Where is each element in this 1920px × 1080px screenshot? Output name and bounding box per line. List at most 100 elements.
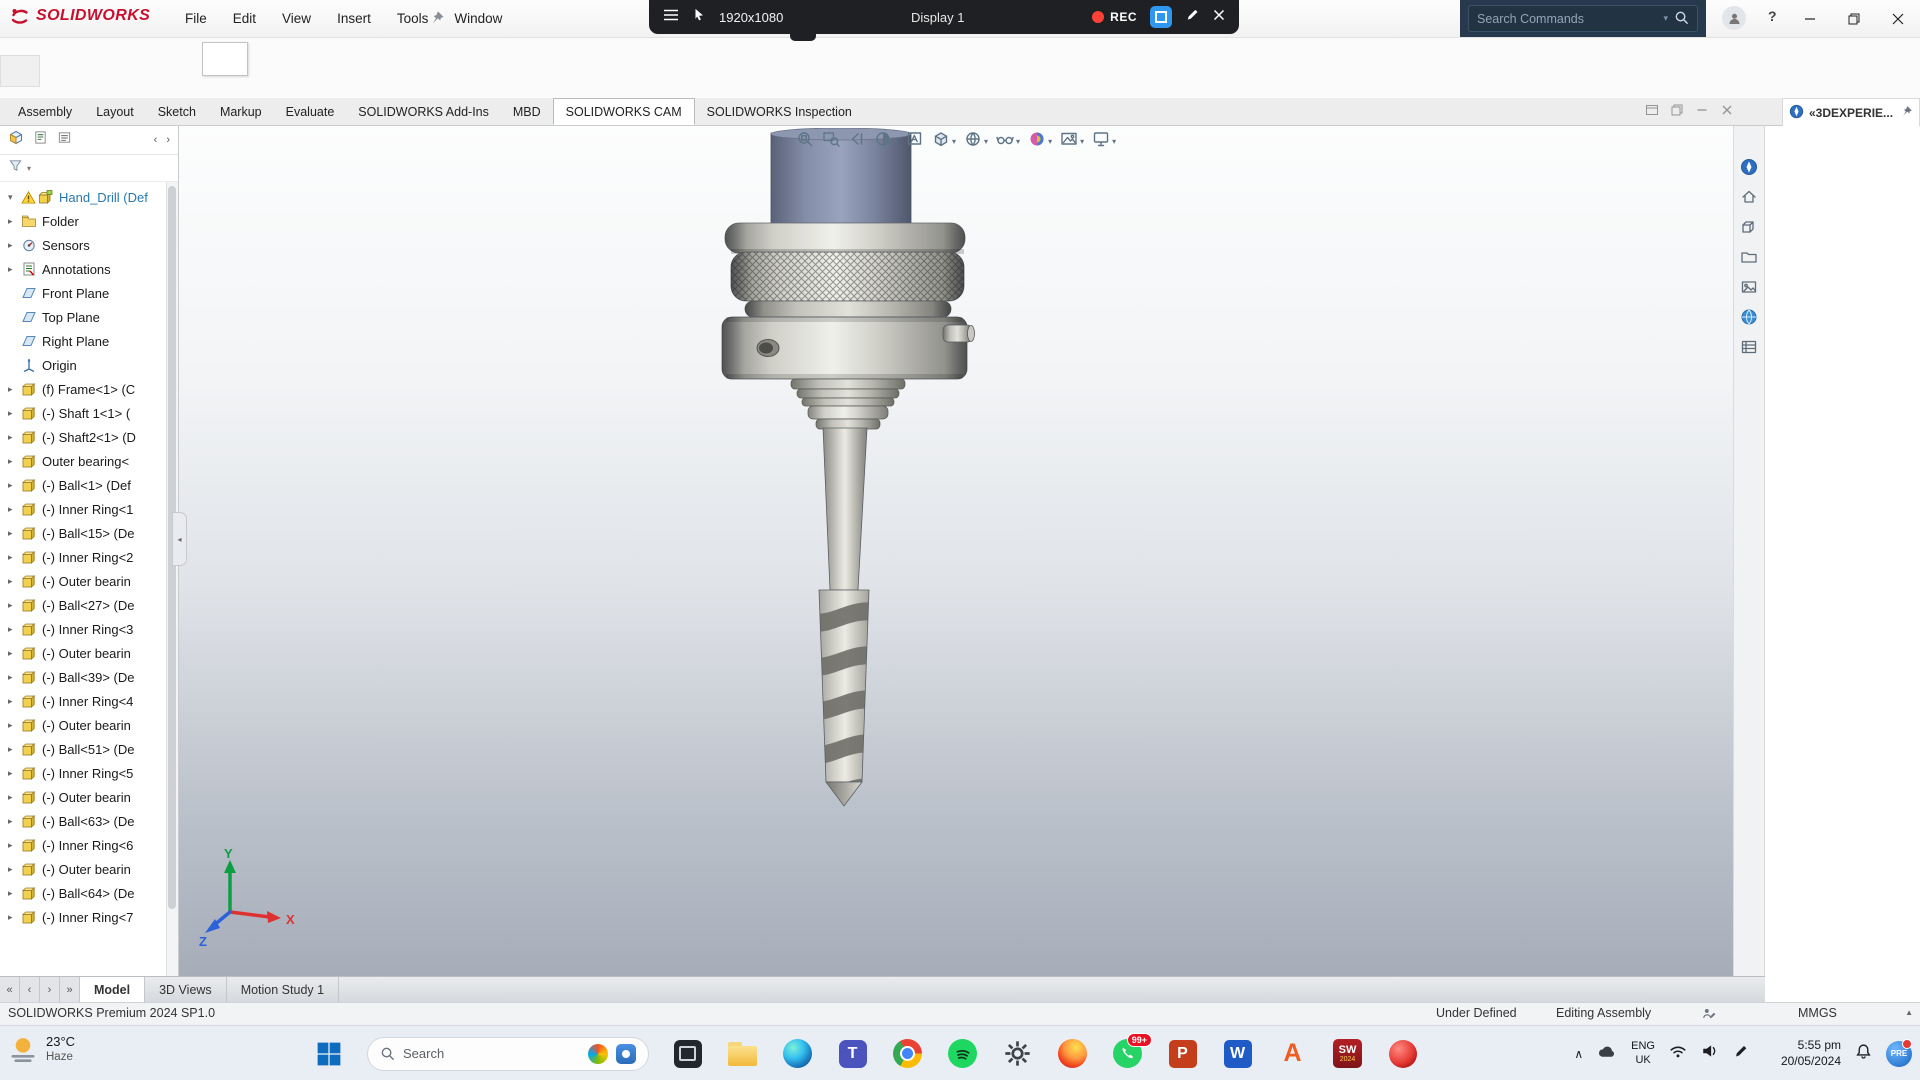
- ribbon-tab-sketch[interactable]: Sketch: [146, 98, 208, 125]
- tree-item-inner-ring-2[interactable]: ▸(-) Inner Ring<2: [0, 545, 167, 569]
- expand-arrow-icon[interactable]: ▸: [8, 504, 21, 515]
- draw-pencil-icon[interactable]: [1185, 7, 1200, 27]
- tree-item-ball-15-de[interactable]: ▸(-) Ball<15> (De: [0, 521, 167, 545]
- components-icon[interactable]: [1740, 218, 1758, 236]
- menu-file[interactable]: File: [176, 8, 216, 29]
- image-icon[interactable]: [1740, 278, 1758, 296]
- taskpane-3dexperience-tab[interactable]: «3DEXPERIE...: [1782, 98, 1920, 126]
- view-settings-button[interactable]: ▾: [1092, 130, 1116, 153]
- panel-splitter-handle[interactable]: ◂: [172, 512, 187, 566]
- tree-item-outer-bearin[interactable]: ▸(-) Outer bearin: [0, 713, 167, 737]
- search-icon[interactable]: [1674, 10, 1689, 28]
- tree-item-inner-ring-1[interactable]: ▸(-) Inner Ring<1: [0, 497, 167, 521]
- list-icon[interactable]: [1740, 338, 1758, 356]
- expand-arrow-icon[interactable]: ▸: [8, 720, 21, 731]
- cursor-icon[interactable]: [692, 7, 706, 27]
- firefox-icon[interactable]: [1056, 1037, 1089, 1070]
- menu-edit[interactable]: Edit: [224, 8, 265, 29]
- expand-arrow-icon[interactable]: ▸: [8, 672, 21, 683]
- tab-scroll-next[interactable]: ›: [40, 977, 60, 1002]
- volume-icon[interactable]: [1701, 1043, 1719, 1064]
- file-explorer-icon[interactable]: [726, 1037, 759, 1070]
- user-avatar[interactable]: [1722, 6, 1746, 30]
- menu-window[interactable]: Window: [445, 8, 511, 29]
- record-button[interactable]: REC: [1092, 10, 1137, 24]
- pen-icon[interactable]: [1733, 1043, 1749, 1064]
- tree-item-inner-ring-7[interactable]: ▸(-) Inner Ring<7: [0, 905, 167, 929]
- panel-tab-prev-icon[interactable]: ‹: [154, 134, 158, 146]
- visual-search-icon[interactable]: [616, 1044, 636, 1064]
- chevron-down-icon[interactable]: ▾: [1016, 137, 1020, 146]
- expand-arrow-icon[interactable]: ▸: [8, 432, 21, 443]
- appearance-button[interactable]: ▾: [1028, 130, 1052, 153]
- whatsapp-icon[interactable]: 99+: [1111, 1037, 1144, 1070]
- tree-item-folder[interactable]: ▸Folder: [0, 209, 167, 233]
- clock[interactable]: 5:55 pm 20/05/2024: [1763, 1038, 1841, 1069]
- tree-item-outer-bearin[interactable]: ▸(-) Outer bearin: [0, 785, 167, 809]
- notifications-bell-icon[interactable]: [1855, 1043, 1872, 1065]
- powerpoint-icon[interactable]: P: [1166, 1037, 1199, 1070]
- tree-item-inner-ring-5[interactable]: ▸(-) Inner Ring<5: [0, 761, 167, 785]
- tree-item-top-plane[interactable]: Top Plane: [0, 305, 167, 329]
- ribbon-tab-solidworks-cam[interactable]: SOLIDWORKS CAM: [553, 98, 695, 125]
- chevron-down-icon[interactable]: ▾: [952, 137, 956, 146]
- previous-view-button[interactable]: [848, 130, 866, 153]
- restore-button[interactable]: [1832, 0, 1876, 37]
- expand-arrow-icon[interactable]: ▸: [8, 864, 21, 875]
- menu-view[interactable]: View: [273, 8, 320, 29]
- chevron-down-icon[interactable]: ▾: [894, 137, 898, 146]
- hand-drill-model[interactable]: [700, 128, 1000, 818]
- close-recorder-icon[interactable]: [1213, 8, 1225, 26]
- cloud-icon[interactable]: [1597, 1043, 1617, 1064]
- tab-scroll-last[interactable]: »: [60, 977, 80, 1002]
- settings-icon[interactable]: [1001, 1037, 1034, 1070]
- teams-icon[interactable]: T: [836, 1037, 869, 1070]
- dynamic-annotation-button[interactable]: [906, 130, 924, 153]
- expand-arrow-icon[interactable]: ▸: [8, 264, 21, 275]
- tree-item-outer-bearin[interactable]: ▸(-) Outer bearin: [0, 857, 167, 881]
- expand-arrow-icon[interactable]: ▸: [8, 792, 21, 803]
- screenshot-tool-icon[interactable]: [671, 1037, 704, 1070]
- expand-arrow-icon[interactable]: ▸: [8, 912, 21, 923]
- capture-area-button[interactable]: [1150, 6, 1172, 28]
- edge-icon[interactable]: [781, 1037, 814, 1070]
- recorder-display-label[interactable]: Display 1: [911, 10, 964, 25]
- tree-item-sensors[interactable]: ▸Sensors: [0, 233, 167, 257]
- tree-item-right-plane[interactable]: Right Plane: [0, 329, 167, 353]
- chevron-down-icon[interactable]: ▾: [1080, 137, 1084, 146]
- expand-arrow-icon[interactable]: ▸: [8, 600, 21, 611]
- tree-item-ball-63-de[interactable]: ▸(-) Ball<63> (De: [0, 809, 167, 833]
- menu-insert[interactable]: Insert: [328, 8, 380, 29]
- tree-item-ball-1-def[interactable]: ▸(-) Ball<1> (Def: [0, 473, 167, 497]
- tree-item-ball-39-de[interactable]: ▸(-) Ball<39> (De: [0, 665, 167, 689]
- featuremanager-tree-tab-icon[interactable]: [8, 130, 24, 151]
- expand-arrow-icon[interactable]: ▸: [8, 576, 21, 587]
- recorder-handle[interactable]: [790, 34, 816, 41]
- tree-item-origin[interactable]: Origin: [0, 353, 167, 377]
- chevron-down-icon[interactable]: ▾: [1112, 137, 1116, 146]
- tree-item-inner-ring-4[interactable]: ▸(-) Inner Ring<4: [0, 689, 167, 713]
- expand-arrow-icon[interactable]: ▸: [8, 840, 21, 851]
- expand-arrow-icon[interactable]: ▸: [8, 648, 21, 659]
- tree-item-front-plane[interactable]: Front Plane: [0, 281, 167, 305]
- pin-panel-icon[interactable]: [1901, 105, 1913, 120]
- expand-arrow-icon[interactable]: ▾: [8, 192, 21, 203]
- statusbar-expand-icon[interactable]: ▲: [1905, 1008, 1913, 1017]
- ribbon-tab-solidworks-add-ins[interactable]: SOLIDWORKS Add-Ins: [346, 98, 501, 125]
- expand-arrow-icon[interactable]: ▸: [8, 696, 21, 707]
- filter-caret-icon[interactable]: ▾: [27, 164, 31, 173]
- design-tool-icon[interactable]: A: [1276, 1037, 1309, 1070]
- tree-item-outer-bearing[interactable]: ▸Outer bearing<: [0, 449, 167, 473]
- hamburger-menu-icon[interactable]: [663, 8, 679, 27]
- ribbon-tab-assembly[interactable]: Assembly: [6, 98, 84, 125]
- taskbar-search[interactable]: Search: [367, 1037, 649, 1071]
- section-view-button[interactable]: ▾: [874, 130, 898, 153]
- minimize-panel-icon[interactable]: [1695, 103, 1709, 122]
- zoom-area-button[interactable]: [822, 130, 840, 153]
- tree-item-hand-drill-def[interactable]: ▾Hand_Drill (Def: [0, 185, 167, 209]
- graphics-viewport[interactable]: ▾▾▾▾▾▾▾ Y X Z: [178, 126, 1733, 976]
- recorder-icon[interactable]: [1386, 1037, 1419, 1070]
- minimize-button[interactable]: [1788, 0, 1832, 37]
- home-icon[interactable]: [1740, 188, 1758, 206]
- tab-motion-study-1[interactable]: Motion Study 1: [227, 977, 339, 1002]
